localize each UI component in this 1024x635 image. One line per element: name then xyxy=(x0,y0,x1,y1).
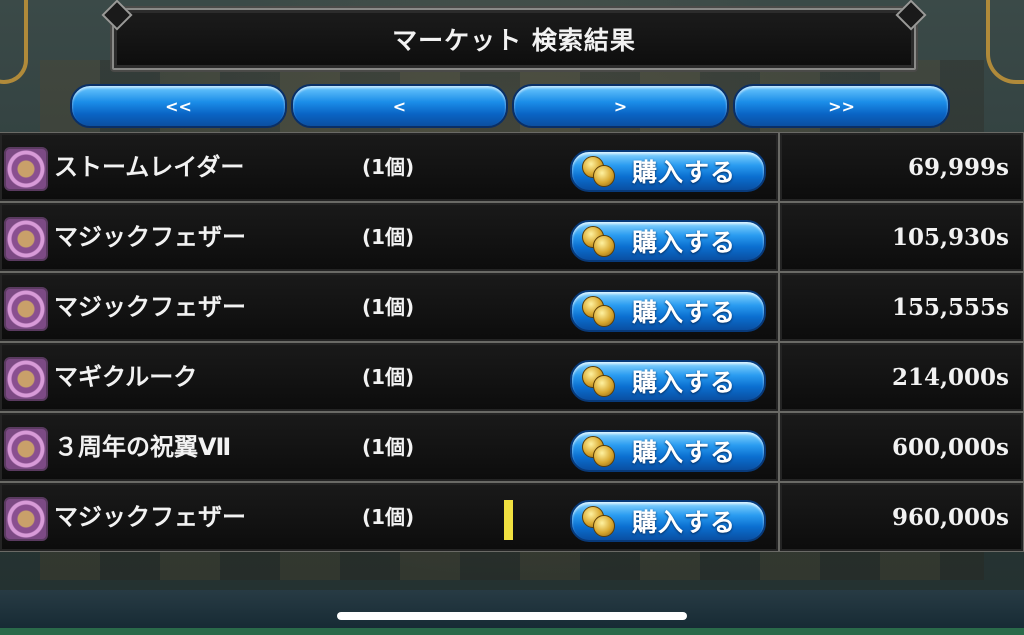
buy-button-label: 購入する xyxy=(632,438,737,467)
item-price: 105,930s xyxy=(892,223,1009,251)
price-cell: 155,555s xyxy=(779,272,1024,342)
item-cell: ストームレイダー (1個) 購入する xyxy=(0,132,780,202)
prev-page-button[interactable]: < xyxy=(291,84,508,128)
item-name: マギクルーク xyxy=(54,363,198,391)
bottom-strip xyxy=(0,628,1024,635)
price-cell: 960,000s xyxy=(779,482,1024,552)
item-name: マジックフェザー xyxy=(54,223,246,251)
item-cell: マジックフェザー (1個) 購入する xyxy=(0,482,780,552)
item-quantity: (1個) xyxy=(362,435,415,459)
item-icon xyxy=(4,217,48,261)
item-name: マジックフェザー xyxy=(54,293,246,321)
item-icon xyxy=(4,497,48,541)
item-icon xyxy=(4,427,48,471)
search-results-list: ストームレイダー (1個) 購入する 69,999s マジックフェザー (1個)… xyxy=(0,132,1024,552)
item-cell: マジックフェザー (1個) 購入する xyxy=(0,202,780,272)
result-row: マギクルーク (1個) 購入する 214,000s xyxy=(0,342,1024,412)
item-name: ストームレイダー xyxy=(54,153,245,181)
price-cell: 600,000s xyxy=(779,412,1024,482)
title-banner: マーケット 検索結果 xyxy=(112,8,916,70)
buy-button[interactable]: 購入する xyxy=(570,150,766,192)
coins-icon xyxy=(580,506,616,537)
next-page-button[interactable]: > xyxy=(512,84,729,128)
price-cell: 214,000s xyxy=(779,342,1024,412)
item-cell: マジックフェザー (1個) 購入する xyxy=(0,272,780,342)
item-icon xyxy=(4,147,48,191)
item-quantity: (1個) xyxy=(362,365,415,389)
item-price: 600,000s xyxy=(892,433,1009,461)
buy-button-label: 購入する xyxy=(632,368,737,397)
item-quantity: (1個) xyxy=(362,225,415,249)
buy-button-label: 購入する xyxy=(632,298,737,327)
buy-button[interactable]: 購入する xyxy=(570,220,766,262)
left-ornament xyxy=(0,0,28,84)
result-row: ３周年の祝翼Ⅶ (1個) 購入する 600,000s xyxy=(0,412,1024,482)
home-indicator[interactable] xyxy=(337,612,687,620)
last-page-button[interactable]: >> xyxy=(733,84,950,128)
item-cell: ３周年の祝翼Ⅶ (1個) 購入する xyxy=(0,412,780,482)
buy-button-label: 購入する xyxy=(632,158,737,187)
coins-icon xyxy=(580,296,616,327)
result-row: マジックフェザー (1個) 購入する 155,555s xyxy=(0,272,1024,342)
price-cell: 69,999s xyxy=(779,132,1024,202)
text-cursor-marker xyxy=(504,500,513,540)
item-price: 155,555s xyxy=(892,293,1009,321)
item-quantity: (1個) xyxy=(362,295,415,319)
price-cell: 105,930s xyxy=(779,202,1024,272)
right-ornament xyxy=(986,0,1024,84)
item-price: 960,000s xyxy=(892,503,1009,531)
pagination-nav: << < > >> xyxy=(70,84,950,128)
coins-icon xyxy=(580,226,616,257)
item-icon xyxy=(4,357,48,401)
item-quantity: (1個) xyxy=(362,505,415,529)
coins-icon xyxy=(580,436,616,467)
item-icon xyxy=(4,287,48,331)
buy-button-label: 購入する xyxy=(632,228,737,257)
item-quantity: (1個) xyxy=(362,155,415,179)
item-name: マジックフェザー xyxy=(54,503,246,531)
result-row: マジックフェザー (1個) 購入する 105,930s xyxy=(0,202,1024,272)
item-cell: マギクルーク (1個) 購入する xyxy=(0,342,780,412)
buy-button[interactable]: 購入する xyxy=(570,290,766,332)
buy-button[interactable]: 購入する xyxy=(570,430,766,472)
item-price: 214,000s xyxy=(892,363,1009,391)
coins-icon xyxy=(580,156,616,187)
buy-button-label: 購入する xyxy=(632,508,737,537)
result-row: ストームレイダー (1個) 購入する 69,999s xyxy=(0,132,1024,202)
item-price: 69,999s xyxy=(908,153,1009,181)
page-title: マーケット 検索結果 xyxy=(392,26,636,55)
item-name: ３周年の祝翼Ⅶ xyxy=(54,433,232,461)
buy-button[interactable]: 購入する xyxy=(570,500,766,542)
buy-button[interactable]: 購入する xyxy=(570,360,766,402)
coins-icon xyxy=(580,366,616,397)
first-page-button[interactable]: << xyxy=(70,84,287,128)
